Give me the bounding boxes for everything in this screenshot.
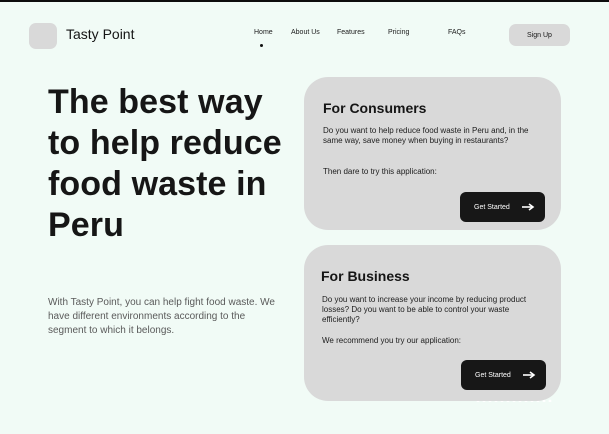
consumers-card-text: Do you want to help reduce food waste in… (323, 126, 529, 145)
active-nav-indicator (260, 44, 263, 47)
consumers-card: For Consumers Do you want to help reduce… (304, 77, 561, 230)
sign-up-button[interactable]: Sign Up (509, 24, 570, 46)
business-card-title: For Business (321, 268, 410, 284)
consumers-card-title: For Consumers (323, 100, 427, 116)
nav-home[interactable]: Home (254, 28, 273, 38)
nav-faqs[interactable]: FAQs (448, 28, 466, 38)
arrow-right-icon (523, 371, 536, 379)
hero-title: The best way to help reduce food waste i… (48, 83, 282, 244)
business-cta-text: We recommend you try our application: (322, 336, 462, 345)
consumers-get-started-label: Get Started (474, 203, 510, 211)
business-get-started-label: Get Started (475, 371, 511, 379)
nav-about-us[interactable]: About Us (291, 28, 320, 38)
business-card-text: Do you want to increase your income by r… (322, 295, 527, 324)
business-get-started-button[interactable]: Get Started (461, 360, 546, 390)
header: Tasty Point Home About Us Features Prici… (0, 2, 609, 64)
hero-description: With Tasty Point, you can help fight foo… (48, 297, 275, 336)
consumers-cta-text: Then dare to try this application: (323, 167, 437, 176)
arrow-right-icon (522, 203, 535, 211)
nav-pricing[interactable]: Pricing (388, 28, 409, 38)
consumers-get-started-button[interactable]: Get Started (460, 192, 545, 222)
logo-placeholder-icon[interactable] (29, 23, 57, 49)
brand-name[interactable]: Tasty Point (66, 25, 134, 43)
nav-features[interactable]: Features (337, 28, 365, 38)
